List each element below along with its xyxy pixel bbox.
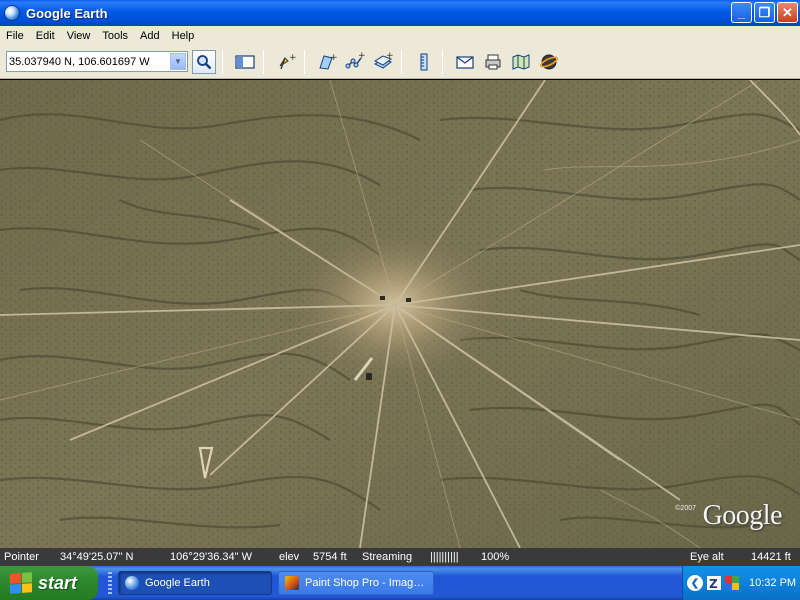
email-button[interactable] (453, 50, 477, 74)
window-title: Google Earth (26, 5, 108, 21)
windows-logo-icon (10, 572, 32, 594)
ruler-button[interactable] (412, 50, 436, 74)
location-combobox[interactable]: ▼ (6, 51, 188, 72)
streaming-label: Streaming (362, 551, 413, 563)
show-hidden-icons-icon[interactable]: ❮ (687, 575, 703, 591)
svg-text:+: + (358, 52, 365, 61)
search-icon (197, 54, 212, 69)
minimize-button[interactable]: _ (731, 2, 752, 23)
satellite-imagery[interactable] (0, 80, 800, 548)
taskbar-grip[interactable] (108, 572, 112, 594)
title-bar: Google Earth _ ❐ ✕ (0, 0, 800, 26)
sky-icon (539, 54, 559, 69)
maximize-button[interactable]: ❐ (754, 2, 775, 23)
elevation-value: 5754 ft (313, 551, 347, 563)
svg-text:+: + (330, 53, 337, 63)
window-controls: _ ❐ ✕ (731, 2, 798, 23)
toolbar-separator (401, 49, 402, 74)
search-button[interactable] (192, 49, 216, 74)
menu-add[interactable]: Add (134, 30, 166, 42)
view-in-maps-icon (512, 53, 530, 70)
menu-file[interactable]: File (0, 30, 30, 42)
zonealarm-icon[interactable]: Z (707, 576, 721, 590)
pointer-longitude: 106°29'36.34" W (170, 551, 252, 563)
svg-text:Z: Z (709, 577, 718, 590)
add-path-icon: + (345, 52, 365, 68)
email-icon (456, 55, 474, 69)
status-bar: Pointer 34°49'25.07" N 106°29'36.34" W e… (0, 548, 800, 566)
pointer-latitude: 34°49'25.07" N (60, 551, 134, 563)
menu-help[interactable]: Help (166, 30, 201, 42)
streaming-percent: 100% (481, 551, 510, 563)
svg-text:+: + (289, 53, 296, 63)
start-button[interactable]: start (0, 566, 98, 600)
toolbar-separator (222, 49, 223, 74)
start-label: start (38, 572, 78, 593)
menu-edit[interactable]: Edit (30, 30, 61, 42)
google-earth-app-icon[interactable] (4, 5, 20, 21)
eye-alt-label: Eye alt (690, 551, 724, 563)
map-view[interactable]: ©2007 Google (0, 80, 800, 548)
colorful-app-icon[interactable] (725, 576, 739, 590)
streaming-progress-bar: |||||||||| (430, 551, 459, 563)
close-button[interactable]: ✕ (777, 2, 798, 23)
add-polygon-icon: + (319, 53, 337, 70)
taskbar-item-google-earth[interactable]: Google Earth (118, 571, 272, 595)
menu-view[interactable]: View (61, 30, 97, 42)
elevation-label: elev (279, 551, 300, 563)
paint-shop-pro-icon (285, 576, 299, 590)
add-image-overlay-icon: + (373, 52, 393, 69)
google-logo: Google (702, 500, 783, 531)
add-placemark-icon: + (279, 53, 296, 69)
google-earth-icon (125, 576, 139, 590)
add-placemark-button[interactable]: + (274, 50, 298, 74)
menu-tools[interactable]: Tools (96, 30, 134, 42)
add-path-button[interactable]: + (343, 50, 367, 74)
location-input[interactable] (7, 55, 167, 68)
toolbar-separator (263, 49, 264, 74)
imagery-copyright: ©2007 (675, 505, 696, 512)
chevron-down-icon[interactable]: ▼ (170, 53, 186, 70)
sidebar-toggle-button[interactable] (233, 50, 257, 74)
add-image-overlay-button[interactable]: + (371, 50, 395, 74)
system-tray: ❮ Z 10:32 PM (682, 566, 800, 600)
print-icon (485, 54, 501, 69)
toolbar: ▼ + + + (0, 45, 800, 79)
menu-bar: File Edit View Tools Add Help (0, 26, 800, 45)
ruler-icon (420, 53, 428, 70)
view-in-maps-button[interactable] (509, 50, 533, 74)
add-polygon-button[interactable]: + (315, 50, 339, 74)
print-button[interactable] (481, 50, 505, 74)
taskbar: start Google Earth Paint Shop Pro - Imag… (0, 566, 800, 600)
sky-button[interactable] (537, 50, 561, 74)
taskbar-item-label: Paint Shop Pro - Imag… (305, 577, 425, 589)
svg-text:+: + (386, 52, 393, 61)
clock: 10:32 PM (749, 577, 797, 589)
taskbar-item-paint-shop-pro[interactable]: Paint Shop Pro - Imag… (278, 571, 434, 595)
sidebar-toggle-icon (235, 54, 255, 69)
pointer-label: Pointer (4, 551, 39, 563)
toolbar-separator (304, 49, 305, 74)
toolbar-separator (442, 49, 443, 74)
taskbar-item-label: Google Earth (145, 577, 210, 589)
eye-alt-value: 14421 ft (751, 551, 791, 563)
